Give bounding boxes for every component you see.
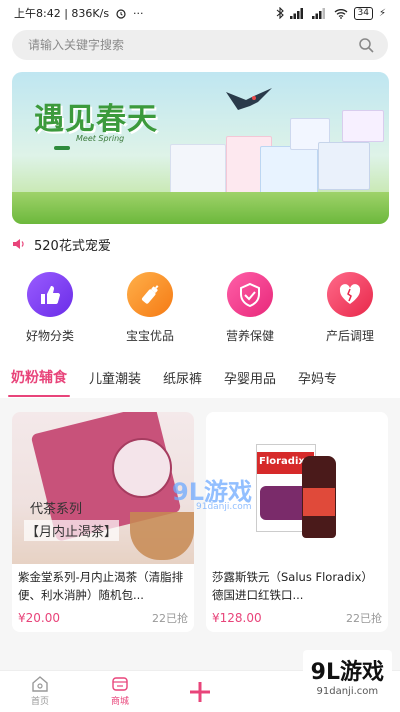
- product-sold-count: 22已抢: [152, 612, 188, 625]
- banner-product-box: [260, 146, 318, 198]
- nav-add-button[interactable]: [160, 680, 240, 704]
- category-baby-goods[interactable]: 宝宝优品: [105, 272, 195, 344]
- banner-subtitle: Meet Spring: [76, 134, 125, 143]
- thumbs-up-icon: [41, 285, 60, 304]
- product-footer: ¥20.00 22已抢: [12, 604, 194, 626]
- charging-icon: ⚡: [378, 7, 386, 19]
- shield-check-icon: [240, 282, 260, 307]
- more-dots-icon: ···: [133, 6, 144, 20]
- product-image-series: 代茶系列: [30, 502, 83, 517]
- product-card[interactable]: 代茶系列 【月内止渴茶】 紫金堂系列-月内止渴茶（清脂排便、利水消肿）随机包..…: [12, 412, 194, 632]
- tab-diapers[interactable]: 纸尿裤: [152, 368, 213, 387]
- tab-milk-food[interactable]: 奶粉辅食: [0, 367, 78, 397]
- battery-icon: 34: [353, 6, 373, 20]
- product-image-fruit: [260, 486, 308, 520]
- plus-icon: [190, 681, 210, 702]
- product-name: 紫金堂系列-月内止渴茶（清脂排便、利水消肿）随机包...: [18, 570, 184, 602]
- banner-pill: [54, 146, 70, 150]
- nav-home-label: 首页: [30, 697, 49, 707]
- search-bar-area: [0, 26, 400, 66]
- swallow-icon: [226, 88, 272, 110]
- product-image-cup: [130, 512, 194, 560]
- category-label: 营养保健: [225, 329, 274, 343]
- heart-icon: [339, 283, 361, 304]
- search-box[interactable]: [12, 30, 388, 60]
- product-price: ¥128.00: [212, 611, 262, 625]
- watermark-center-sub: 91danji.com: [196, 502, 252, 512]
- status-right: 34 ⚡: [276, 6, 386, 20]
- banner-grass: [12, 192, 389, 224]
- product-grid: 代茶系列 【月内止渴茶】 紫金堂系列-月内止渴茶（清脂排便、利水消肿）随机包..…: [0, 398, 400, 670]
- alarm-icon: [116, 9, 126, 19]
- watermark: 9L游戏 91danji.com: [302, 650, 392, 701]
- banner-product-box: [318, 142, 370, 190]
- watermark-sub: 91danji.com: [316, 686, 379, 697]
- bluetooth-icon: [276, 7, 284, 19]
- tab-maternity[interactable]: 孕妈专: [287, 368, 348, 387]
- banner-title: 遇见春天: [34, 102, 158, 137]
- search-icon[interactable]: [358, 37, 374, 53]
- product-name: 莎露斯铁元（Salus Floradix）德国进口红铁口...: [212, 570, 373, 602]
- tab-kids-fashion[interactable]: 儿童潮装: [78, 368, 152, 387]
- category-icon-bg: [27, 272, 73, 317]
- product-brand-text: Floradix: [259, 456, 305, 467]
- category-icon-bg: [327, 272, 373, 317]
- category-good-goods[interactable]: 好物分类: [5, 272, 95, 344]
- category-icon-bg: [227, 272, 273, 317]
- banner-product-box: [170, 144, 226, 198]
- wifi-icon: [334, 8, 347, 19]
- category-nutrition[interactable]: 营养保健: [205, 272, 295, 344]
- product-image-label: [112, 438, 172, 498]
- signal-icon: [289, 7, 303, 19]
- product-sold-count: 22已抢: [346, 612, 382, 625]
- signal-icon-2: [311, 7, 325, 19]
- product-image-bottle-label: [303, 488, 335, 516]
- search-input[interactable]: [26, 37, 330, 53]
- baby-bottle-icon: [141, 284, 159, 304]
- nav-shop-label: 商城: [110, 697, 129, 707]
- notice-bar[interactable]: 520花式宠爱: [12, 234, 111, 254]
- category-icon-bg: [127, 272, 173, 317]
- speaker-icon: [13, 239, 24, 249]
- category-label: 好物分类: [25, 329, 74, 343]
- category-row: 好物分类 宝宝优品 营养保健 产后调理: [0, 272, 400, 344]
- banner-product-box: [342, 110, 384, 142]
- category-label: 宝宝优品: [125, 329, 174, 343]
- tab-baby-supplies[interactable]: 孕婴用品: [213, 368, 287, 387]
- product-image-caption: 【月内止渴茶】: [24, 520, 120, 541]
- nav-home[interactable]: 首页: [0, 676, 80, 707]
- shop-icon: [112, 677, 128, 691]
- status-bar: 上午8:42 | 836K/s ··· 34 ⚡: [0, 0, 400, 26]
- category-tabs: 奶粉辅食 儿童潮装 纸尿裤 孕婴用品 孕妈专: [0, 356, 400, 398]
- category-label: 产后调理: [325, 329, 374, 343]
- status-left: 上午8:42 | 836K/s ···: [14, 5, 144, 21]
- product-image: 代茶系列 【月内止渴茶】: [12, 412, 194, 564]
- notice-text: 520花式宠爱: [34, 238, 111, 254]
- top-block: 遇见春天 Meet Spring 520花式宠爱 好物分类 宝宝优品 营养保健 …: [0, 66, 400, 356]
- product-price: ¥20.00: [18, 611, 60, 625]
- product-card[interactable]: Floradix 莎露斯铁元（Salus Floradix）德国进口红铁口...…: [206, 412, 388, 632]
- home-icon: [32, 676, 48, 692]
- nav-shop[interactable]: 商城: [80, 676, 160, 707]
- promo-banner[interactable]: 遇见春天 Meet Spring: [12, 72, 389, 224]
- product-footer: ¥128.00 22已抢: [206, 604, 388, 626]
- status-time: 上午8:42 | 836K/s: [14, 7, 110, 20]
- watermark-main: 9L游戏: [310, 660, 384, 685]
- category-postpartum[interactable]: 产后调理: [305, 272, 395, 344]
